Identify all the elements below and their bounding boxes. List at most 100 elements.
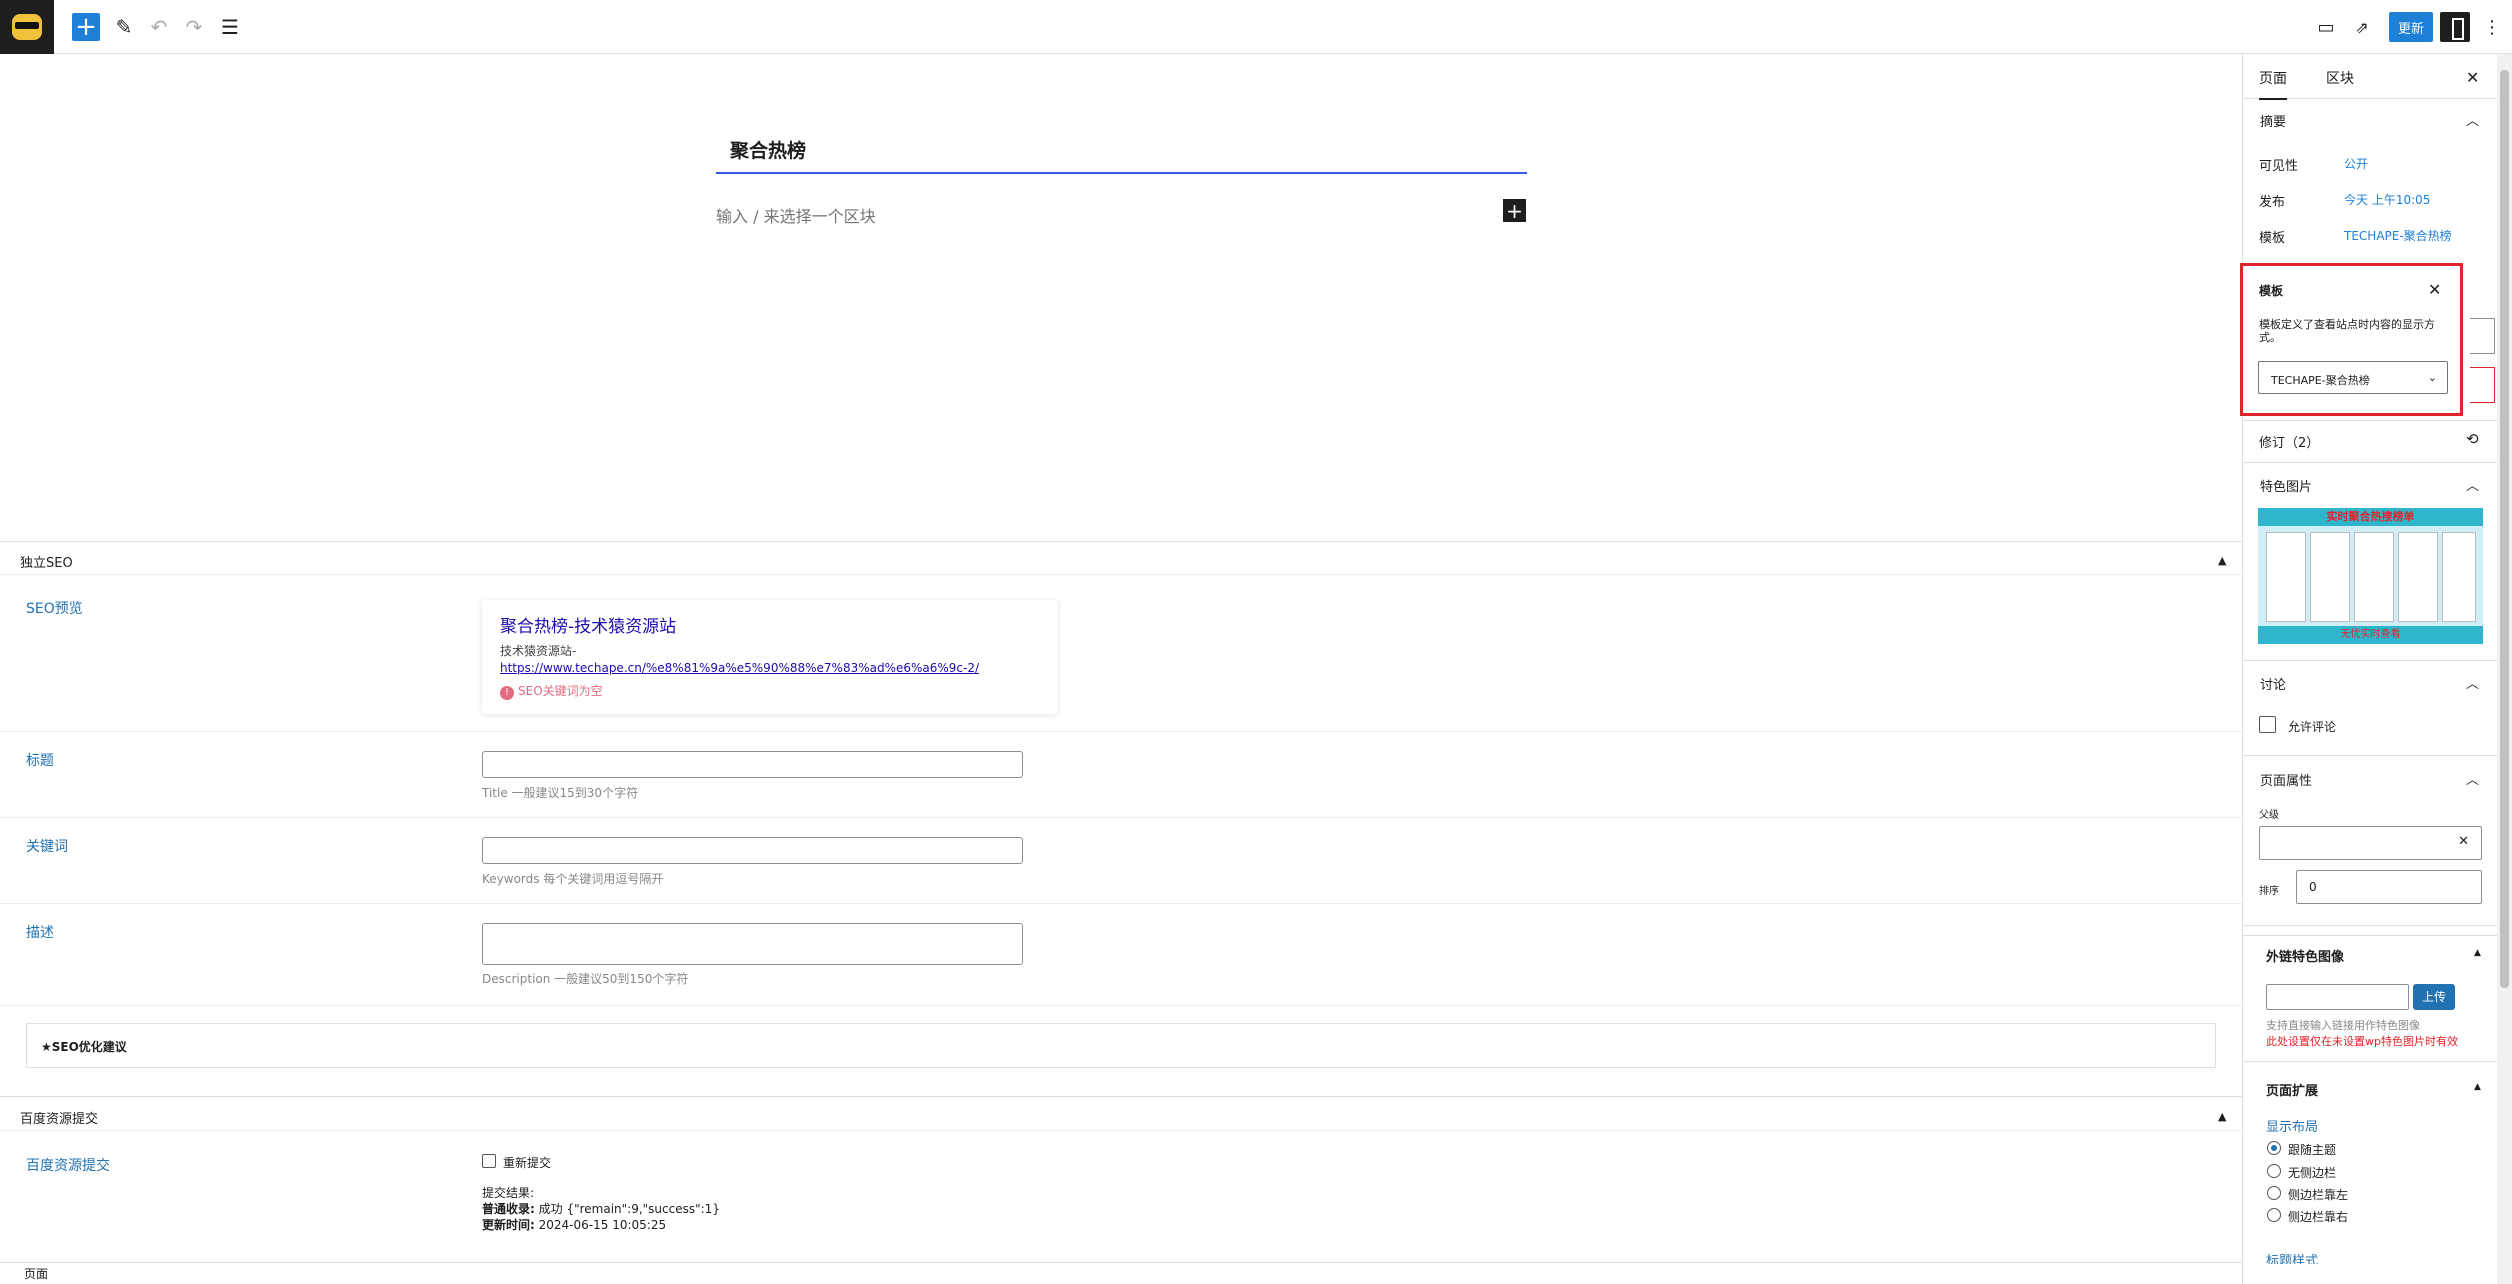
logo-icon: [12, 14, 42, 40]
visibility-value[interactable]: 公开: [2344, 155, 2368, 172]
layout-option-label[interactable]: 跟随主题: [2288, 1141, 2336, 1158]
page-extension-header[interactable]: 页面扩展: [2266, 1080, 2318, 1099]
post-title-block[interactable]: 聚合热榜: [716, 80, 1527, 174]
divider: [2242, 935, 2497, 936]
close-icon[interactable]: ✕: [2466, 68, 2479, 87]
block-placeholder[interactable]: 输入 / 来选择一个区块: [716, 203, 876, 227]
hidden-button-edge: [2470, 367, 2495, 403]
publish-value[interactable]: 今天 上午10:05: [2344, 191, 2430, 208]
redo-icon[interactable]: ↷: [180, 13, 208, 41]
divider: [2242, 462, 2497, 463]
block-inserter-button[interactable]: +: [1503, 199, 1526, 222]
collapse-icon[interactable]: ▲: [2474, 1082, 2481, 1092]
seo-preview-label: SEO预览: [26, 601, 83, 617]
scrollbar[interactable]: [2497, 54, 2512, 1284]
breadcrumb[interactable]: 页面: [24, 1265, 48, 1282]
resubmit-label[interactable]: 重新提交: [503, 1154, 551, 1171]
undo-icon[interactable]: ↶: [145, 13, 173, 41]
featured-image-header[interactable]: 特色图片: [2260, 476, 2312, 495]
layout-label: 显示布局: [2266, 1120, 2319, 1135]
discussion-header[interactable]: 讨论: [2260, 674, 2286, 693]
tab-block[interactable]: 区块: [2326, 68, 2354, 88]
summary-header[interactable]: 摘要: [2260, 111, 2286, 130]
seo-keywords-input[interactable]: [482, 837, 1023, 864]
layout-radio-follow[interactable]: [2267, 1141, 2281, 1155]
divider: [0, 1130, 2242, 1131]
divider: [0, 817, 2242, 818]
seo-suggestions-box[interactable]: ★SEO优化建议: [26, 1023, 2216, 1068]
page-attributes-header[interactable]: 页面属性: [2260, 770, 2312, 789]
allow-comments-checkbox[interactable]: [2259, 716, 2276, 733]
chevron-up-icon[interactable]: ︿: [2466, 769, 2479, 788]
resubmit-checkbox[interactable]: [482, 1154, 496, 1168]
thumb-panel: [2442, 532, 2476, 622]
external-image-url-input[interactable]: [2266, 984, 2409, 1010]
template-value[interactable]: TECHAPE-聚合热榜: [2344, 227, 2452, 244]
seo-title-input[interactable]: [482, 751, 1023, 778]
settings-sidebar-toggle[interactable]: [2440, 12, 2470, 42]
update-button[interactable]: 更新: [2389, 12, 2433, 42]
publish-label: 发布: [2259, 195, 2286, 210]
chevron-up-icon[interactable]: ︿: [2466, 673, 2479, 692]
seo-title-label: 标题: [26, 753, 54, 769]
thumb-panel: [2310, 532, 2350, 622]
history-icon[interactable]: ⟲: [2466, 430, 2479, 448]
featured-image-thumbnail[interactable]: 实时聚合热搜榜单 无忧实时查看: [2258, 508, 2483, 644]
divider: [2242, 660, 2497, 661]
layout-option-label[interactable]: 侧边栏靠左: [2288, 1186, 2348, 1203]
collapse-icon[interactable]: ▲: [2218, 1110, 2226, 1123]
popover-description: 模板定义了查看站点时内容的显示方式。: [2259, 318, 2435, 344]
editor-top-bar: + ✎ ↶ ↷ ☰ ▭ ⇗ 更新 ⋮: [0, 0, 2512, 54]
post-title[interactable]: 聚合热榜: [730, 136, 806, 163]
layout-option-label[interactable]: 无侧边栏: [2288, 1164, 2336, 1181]
thumb-panel: [2398, 532, 2438, 622]
baidu-box-header[interactable]: 百度资源提交: [20, 1108, 98, 1127]
pen-tool-icon[interactable]: ✎: [110, 13, 138, 41]
layout-radio-left[interactable]: [2267, 1186, 2281, 1200]
order-label: 排序: [2259, 886, 2279, 897]
seo-box-header[interactable]: 独立SEO: [20, 552, 73, 571]
popover-title: 模板: [2259, 284, 2284, 298]
external-image-warning: 此处设置仅在未设置wp特色图片时有效: [2266, 1035, 2458, 1048]
external-image-header[interactable]: 外链特色图像: [2266, 946, 2344, 965]
seo-keywords-label: 关键词: [26, 839, 68, 855]
status-bar: 页面: [0, 1262, 2242, 1284]
hidden-select-edge: [2470, 318, 2495, 354]
divider: [0, 903, 2242, 904]
options-menu-icon[interactable]: ⋮: [2478, 13, 2506, 41]
external-image-hint: 支持直接输入链接用作特色图像: [2266, 1019, 2420, 1032]
thumb-panel: [2266, 532, 2306, 622]
close-icon[interactable]: ✕: [2428, 280, 2441, 299]
list-view-icon[interactable]: ☰: [216, 13, 244, 41]
scrollbar-thumb[interactable]: [2500, 70, 2509, 988]
collapse-icon[interactable]: ▲: [2218, 554, 2226, 567]
clear-icon[interactable]: ✕: [2458, 834, 2469, 849]
seo-preview-site: 技术猿资源站-: [500, 644, 577, 658]
template-select[interactable]: TECHAPE-聚合热榜 ⌄: [2258, 361, 2448, 394]
allow-comments-label[interactable]: 允许评论: [2288, 718, 2336, 735]
site-logo[interactable]: [0, 0, 54, 54]
revisions-link[interactable]: 修订（2）: [2259, 432, 2319, 451]
collapse-icon[interactable]: ▲: [2474, 948, 2481, 958]
template-label: 模板: [2259, 231, 2286, 246]
upload-button[interactable]: 上传: [2413, 984, 2455, 1010]
add-block-button[interactable]: +: [72, 13, 100, 41]
divider: [2242, 420, 2497, 421]
chevron-up-icon[interactable]: ︿: [2466, 475, 2479, 494]
layout-radio-no-sidebar[interactable]: [2267, 1164, 2281, 1178]
chevron-up-icon[interactable]: ︿: [2466, 110, 2479, 129]
tab-page[interactable]: 页面: [2259, 68, 2287, 100]
seo-preview-url[interactable]: https://www.techape.cn/%e8%81%9a%e5%90%8…: [500, 661, 979, 675]
seo-preview-warning: ! SEO关键词为空: [500, 682, 603, 700]
preview-device-icon[interactable]: ▭: [2312, 13, 2340, 41]
parent-select[interactable]: ✕: [2259, 826, 2482, 860]
thumb-header: 实时聚合热搜榜单: [2258, 508, 2483, 526]
seo-description-hint: Description 一般建议50到150个字符: [482, 972, 689, 986]
external-link-icon[interactable]: ⇗: [2348, 13, 2376, 41]
normal-index-row: 普通收录: 成功 {"remain":9,"success":1}: [482, 1202, 720, 1216]
visibility-label: 可见性: [2259, 159, 2299, 174]
order-input[interactable]: 0: [2296, 870, 2482, 904]
layout-option-label[interactable]: 侧边栏靠右: [2288, 1208, 2348, 1225]
layout-radio-right[interactable]: [2267, 1208, 2281, 1222]
seo-description-textarea[interactable]: [482, 923, 1023, 965]
